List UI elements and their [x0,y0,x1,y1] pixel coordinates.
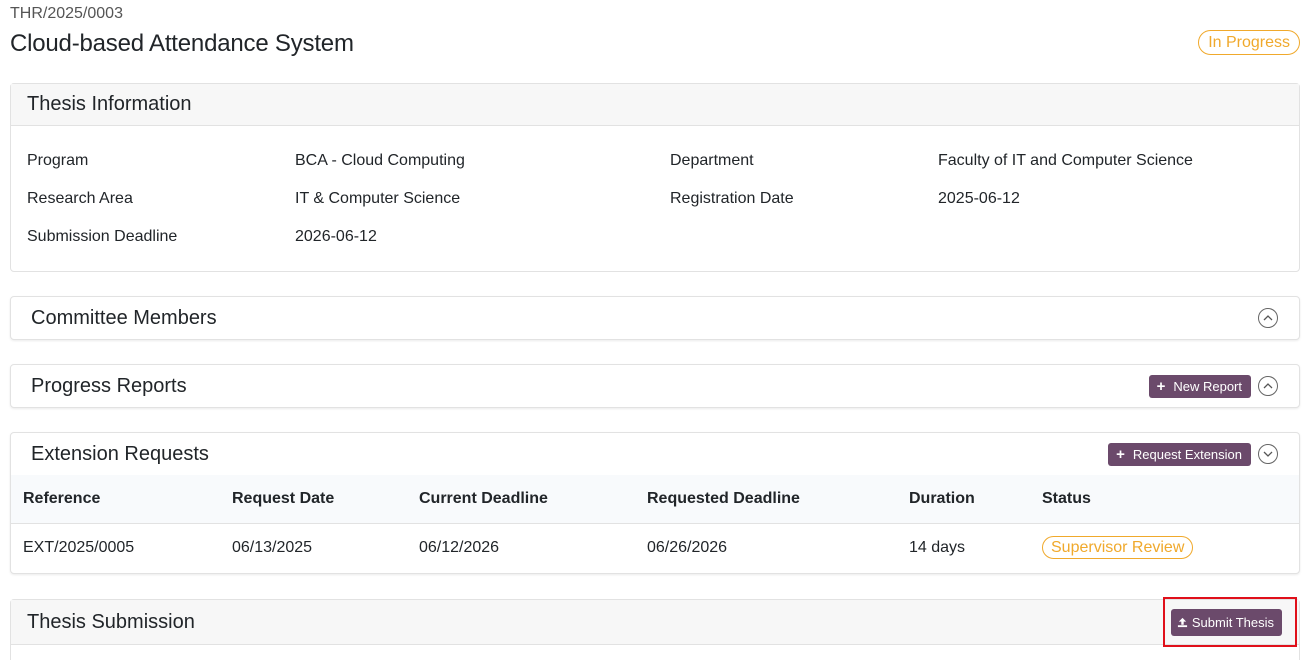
thesis-information-title: Thesis Information [27,93,192,115]
thesis-information-header: Thesis Information [11,84,1299,126]
table-header-row: Reference Request Date Current Deadline … [11,475,1299,524]
extension-requests-title: Extension Requests [31,442,209,465]
research-area-value: IT & Computer Science [295,190,461,207]
research-area-label: Research Area [27,190,133,207]
thesis-submission-card: Thesis Submission Submit Thesis [10,599,1300,660]
plus-icon: + [1156,378,1166,395]
new-report-label: New Report [1173,379,1242,394]
chevron-up-icon[interactable] [1258,308,1278,328]
column-header: Duration [897,475,1030,524]
program-value: BCA - Cloud Computing [295,152,465,169]
status-cell: Supervisor Review [1030,523,1299,572]
column-header: Request Date [220,475,407,524]
requested-deadline-cell: 06/26/2026 [647,538,728,556]
progress-reports-header[interactable]: Progress Reports + New Report [11,365,1299,407]
committee-members-title: Committee Members [31,306,217,329]
chevron-down-icon[interactable] [1258,444,1278,464]
status-badge: Supervisor Review [1042,536,1194,560]
registration-date-value: 2025-06-12 [938,190,1020,207]
extension-requests-card: Extension Requests + Request Extension R… [10,432,1300,574]
column-header: Status [1030,475,1299,524]
thesis-reference: THR/2025/0003 [10,5,123,22]
request-date-cell: 06/13/2025 [232,538,313,556]
chevron-up-icon[interactable] [1258,376,1278,396]
progress-reports-card: Progress Reports + New Report [10,364,1300,408]
registration-date-label: Registration Date [670,190,794,207]
request-extension-label: Request Extension [1132,447,1242,462]
committee-members-card: Committee Members [10,296,1300,340]
thesis-submission-header: Thesis Submission Submit Thesis [11,600,1299,645]
thesis-information-card: Thesis Information Program BCA - Cloud C… [10,83,1300,272]
reference-cell: EXT/2025/0005 [23,538,135,556]
current-deadline-cell: 06/12/2026 [419,538,500,556]
status-badge: In Progress [1198,30,1300,55]
page-title: Cloud-based Attendance System [10,30,354,57]
thesis-information-grid: Program BCA - Cloud Computing Department… [11,126,1299,272]
duration-cell: 14 days [909,538,966,556]
submission-deadline-label: Submission Deadline [27,228,178,245]
plus-icon: + [1116,446,1125,463]
progress-reports-title: Progress Reports [31,374,187,397]
request-extension-button[interactable]: + Request Extension [1108,443,1251,466]
extension-requests-table: Reference Request Date Current Deadline … [11,475,1299,572]
column-header: Requested Deadline [635,475,897,524]
thesis-submission-title: Thesis Submission [27,610,195,633]
department-label: Department [670,152,754,169]
submission-deadline-value: 2026-06-12 [295,228,377,245]
column-header: Reference [11,475,220,524]
table-row[interactable]: EXT/2025/0005 06/13/2025 06/12/2026 06/2… [11,523,1299,572]
new-report-button[interactable]: + New Report [1148,375,1251,398]
department-value: Faculty of IT and Computer Science [938,152,1193,169]
column-header: Current Deadline [407,475,635,524]
program-label: Program [27,152,89,169]
highlight-box [1163,597,1297,647]
committee-members-header[interactable]: Committee Members [11,297,1299,339]
extension-requests-header[interactable]: Extension Requests + Request Extension [11,433,1299,475]
